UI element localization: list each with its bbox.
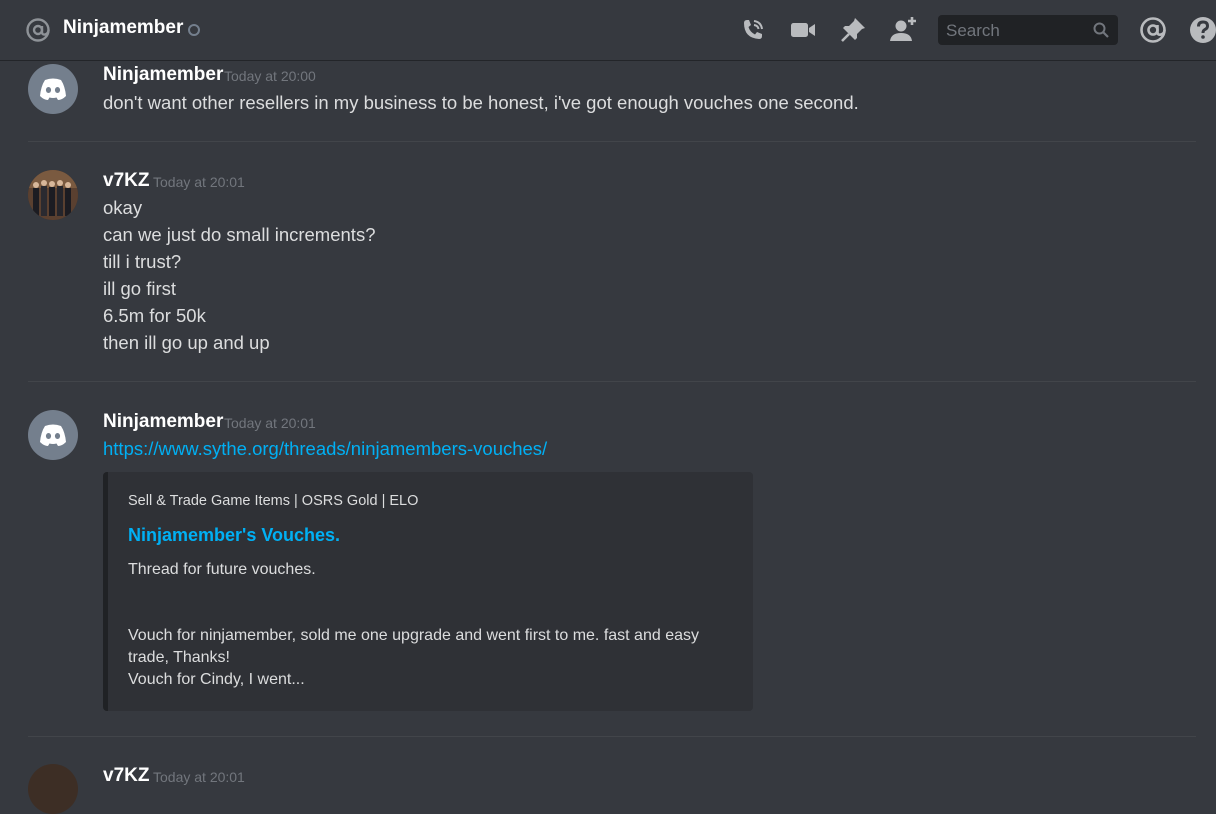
embed-title[interactable]: Ninjamember's Vouches. (128, 525, 340, 546)
discord-logo-icon (40, 78, 66, 100)
message-text: 6.5m for 50k (103, 305, 206, 326)
search-icon (1093, 22, 1109, 38)
message-text: can we just do small increments? (103, 224, 376, 245)
discord-logo-icon (40, 424, 66, 446)
message-divider (28, 381, 1196, 382)
username[interactable]: v7KZ (103, 170, 149, 192)
link-embed: Sell & Trade Game Items | OSRS Gold | EL… (103, 472, 753, 711)
channel-header: Ninjamember Search (0, 0, 1216, 60)
timestamp: Today at 20:01 (153, 769, 245, 785)
message-text: ill go first (103, 278, 176, 299)
message-text: okay (103, 197, 143, 218)
status-dot-icon (188, 24, 200, 36)
avatar[interactable] (28, 170, 78, 220)
message-text: till i trust? (103, 251, 182, 272)
message-text: don't want other resellers in my busines… (103, 92, 859, 113)
message-link[interactable]: https://www.sythe.org/threads/ninjamembe… (103, 438, 547, 460)
username[interactable]: Ninjamember (103, 411, 223, 433)
user-photo-icon (28, 170, 78, 220)
search-input[interactable]: Search (938, 15, 1118, 45)
channel-name: Ninjamember (63, 17, 184, 38)
at-icon (26, 18, 50, 42)
username[interactable]: v7KZ (103, 765, 149, 787)
avatar[interactable] (28, 64, 78, 114)
mentions-icon[interactable] (1138, 15, 1168, 45)
avatar[interactable] (28, 764, 78, 814)
message-divider (28, 736, 1196, 737)
video-icon[interactable] (788, 15, 818, 45)
add-friend-icon[interactable] (888, 15, 918, 45)
message-divider (28, 141, 1196, 142)
embed-description: Thread for future vouches. (128, 561, 316, 578)
embed-description: Vouch for ninjamember, sold me one upgra… (128, 627, 699, 644)
call-icon[interactable] (738, 15, 768, 45)
search-placeholder: Search (946, 21, 1000, 40)
timestamp: Today at 20:01 (224, 415, 316, 431)
help-icon[interactable] (1188, 15, 1216, 45)
timestamp: Today at 20:01 (153, 174, 245, 190)
avatar[interactable] (28, 410, 78, 460)
username[interactable]: Ninjamember (103, 64, 223, 86)
message-text: then ill go up and up (103, 332, 270, 353)
embed-description: Vouch for Cindy, I went... (128, 671, 305, 688)
embed-provider[interactable]: Sell & Trade Game Items | OSRS Gold | EL… (128, 493, 418, 509)
timestamp: Today at 20:00 (224, 68, 316, 84)
pin-icon[interactable] (838, 15, 868, 45)
embed-description: trade, Thanks! (128, 649, 230, 666)
